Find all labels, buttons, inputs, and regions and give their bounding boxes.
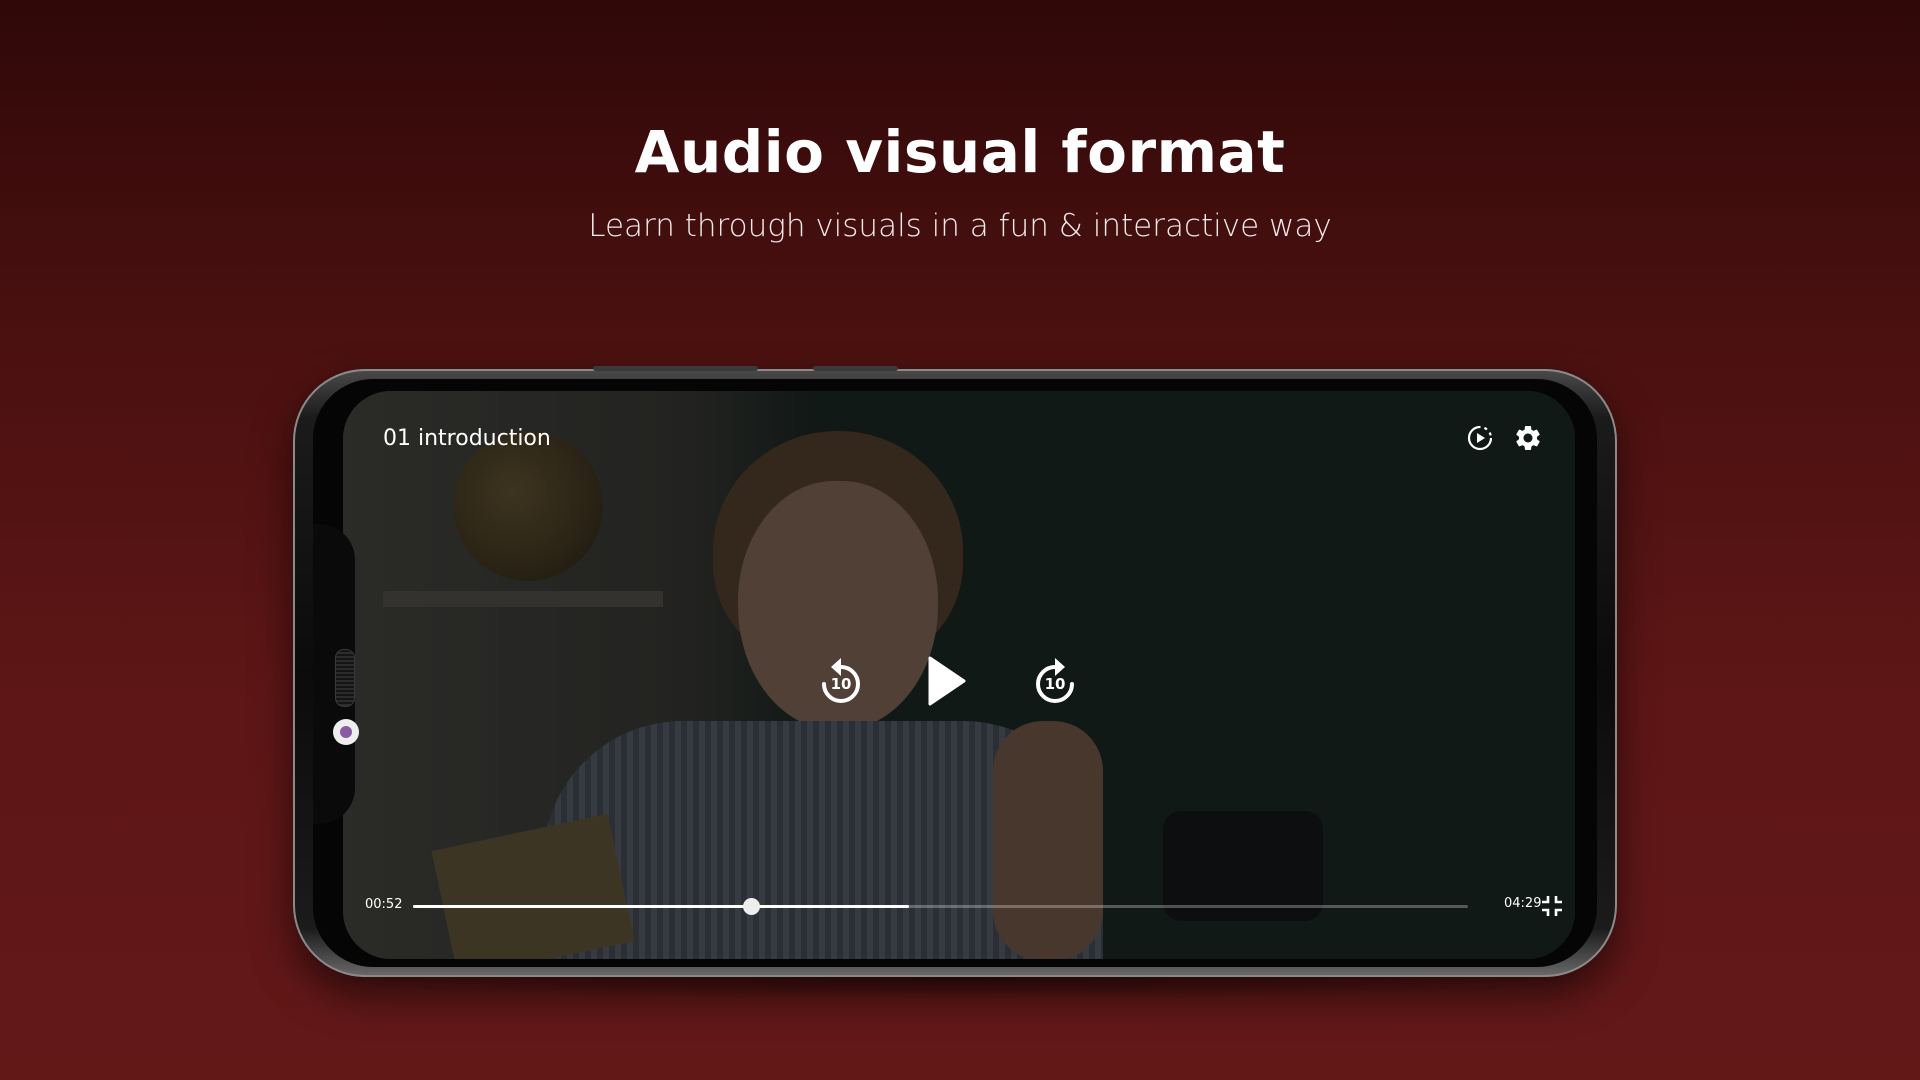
seek-bar: 00:52 04:29 [343,891,1575,921]
seek-handle[interactable] [742,898,760,915]
current-time: 00:52 [365,897,403,912]
gear-icon[interactable] [1511,421,1545,455]
video-title: 01 introduction [383,426,551,451]
forward-seconds-label: 10 [1044,675,1066,693]
total-duration: 04:29 [1504,896,1542,911]
video-player[interactable]: 01 introduction 10 10 00:52 04:29 [343,391,1575,959]
phone-mockup: 01 introduction 10 10 00:52 04:29 [293,366,1617,977]
playback-controls: 10 10 [343,649,1575,719]
buffered-progress [413,905,909,908]
front-camera [333,719,359,745]
rewind-10-button[interactable]: 10 [809,649,873,713]
rewind-seconds-label: 10 [830,675,852,693]
page-title: Audio visual format [634,118,1286,186]
forward-10-button[interactable]: 10 [1023,649,1087,713]
phone-bezel: 01 introduction 10 10 00:52 04:29 [313,379,1597,967]
phone-side-button [593,366,758,371]
phone-side-button [813,366,898,371]
exit-fullscreen-icon[interactable] [1539,893,1565,919]
progress-track[interactable] [413,898,1468,915]
play-icon [928,656,966,706]
page-subtitle: Learn through visuals in a fun & interac… [588,208,1332,244]
play-button[interactable] [913,649,977,713]
autoplay-icon[interactable] [1463,421,1497,455]
top-right-controls [1463,421,1545,455]
